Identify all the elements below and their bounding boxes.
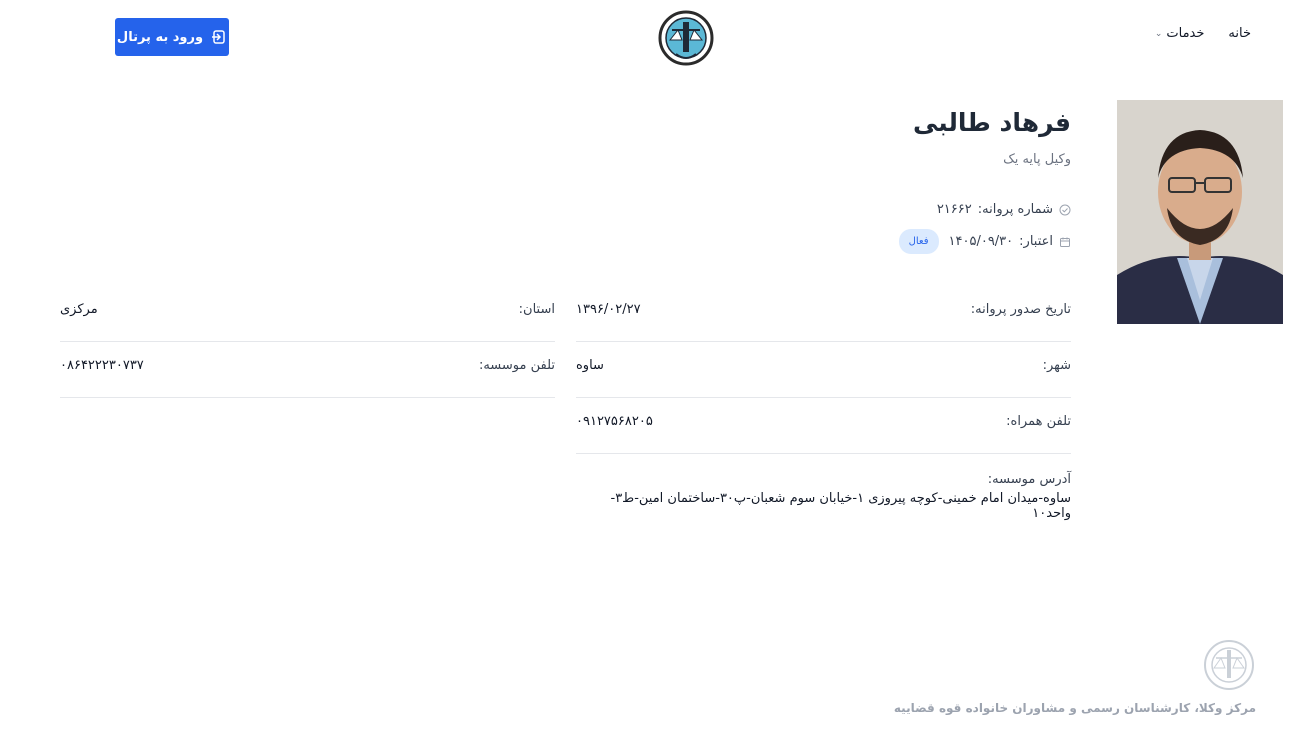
main-nav: خانه خدمات ⌄ bbox=[1155, 26, 1251, 41]
mobile-label: تلفن همراه: bbox=[1006, 414, 1071, 429]
address-label: آدرس موسسه: bbox=[987, 472, 1071, 487]
issue-date-value: ۱۳۹۶/۰۲/۲۷ bbox=[576, 302, 641, 317]
calendar-icon bbox=[1060, 237, 1070, 247]
nav-services-label: خدمات bbox=[1166, 26, 1205, 41]
province-value: مرکزی bbox=[60, 302, 98, 317]
license-info: شماره پروانه: ۲۱۶۶۲ bbox=[937, 202, 1071, 217]
institute-phone-label: تلفن موسسه: bbox=[478, 358, 555, 373]
mobile-value: ۰۹۱۲۷۵۶۸۲۰۵ bbox=[576, 414, 653, 429]
mobile-field: تلفن همراه: ۰۹۱۲۷۵۶۸۲۰۵ bbox=[576, 408, 1071, 454]
lawyer-photo bbox=[1117, 100, 1283, 324]
nav-home[interactable]: خانه bbox=[1228, 26, 1251, 41]
license-label: شماره پروانه: bbox=[977, 202, 1053, 217]
address-field: آدرس موسسه: ساوه-میدان امام خمینی-کوچه پ… bbox=[576, 472, 1071, 521]
status-badge: فعال bbox=[898, 229, 939, 254]
city-value: ساوه bbox=[576, 358, 604, 373]
lawyer-name: فرهاد طالبی bbox=[913, 108, 1071, 137]
chevron-down-icon: ⌄ bbox=[1154, 28, 1163, 39]
footer-logo bbox=[1202, 638, 1256, 692]
login-icon bbox=[212, 30, 225, 44]
institute-phone-value: ۰۸۶۴۲۲۲۳۰۷۳۷ bbox=[60, 358, 144, 373]
address-value: ساوه-میدان امام خمینی-کوچه پیروزی ۱-خیاب… bbox=[610, 491, 1071, 521]
lawyer-grade: وکیل پایه یک bbox=[1003, 152, 1071, 167]
portal-login-button[interactable]: ورود به پرتال bbox=[115, 18, 229, 56]
validity-label: اعتبار: bbox=[1019, 234, 1053, 249]
issue-date-field: تاریخ صدور پروانه: ۱۳۹۶/۰۲/۲۷ bbox=[576, 296, 1071, 342]
city-field: شهر: ساوه bbox=[576, 352, 1071, 398]
city-label: شهر: bbox=[1042, 358, 1071, 373]
portal-login-label: ورود به پرتال bbox=[116, 29, 204, 45]
province-label: استان: bbox=[518, 302, 555, 317]
validity-value: ۱۴۰۵/۰۹/۳۰ bbox=[948, 234, 1014, 249]
nav-services[interactable]: خدمات ⌄ bbox=[1155, 26, 1205, 41]
institute-phone-field: تلفن موسسه: ۰۸۶۴۲۲۲۳۰۷۳۷ bbox=[60, 352, 555, 398]
province-field: استان: مرکزی bbox=[60, 296, 555, 342]
license-value: ۲۱۶۶۲ bbox=[936, 202, 972, 217]
judiciary-logo[interactable] bbox=[656, 8, 716, 68]
nav-home-label: خانه bbox=[1228, 26, 1251, 41]
validity-info: اعتبار: ۱۴۰۵/۰۹/۳۰ فعال bbox=[898, 229, 1071, 254]
issue-date-label: تاریخ صدور پروانه: bbox=[970, 302, 1071, 317]
footer-text: مرکز وکلا، کارشناسان رسمی و مشاوران خانو… bbox=[893, 701, 1256, 715]
site-header: خانه خدمات ⌄ ورود به پرتال bbox=[0, 0, 1311, 72]
check-circle-icon bbox=[1059, 204, 1071, 215]
